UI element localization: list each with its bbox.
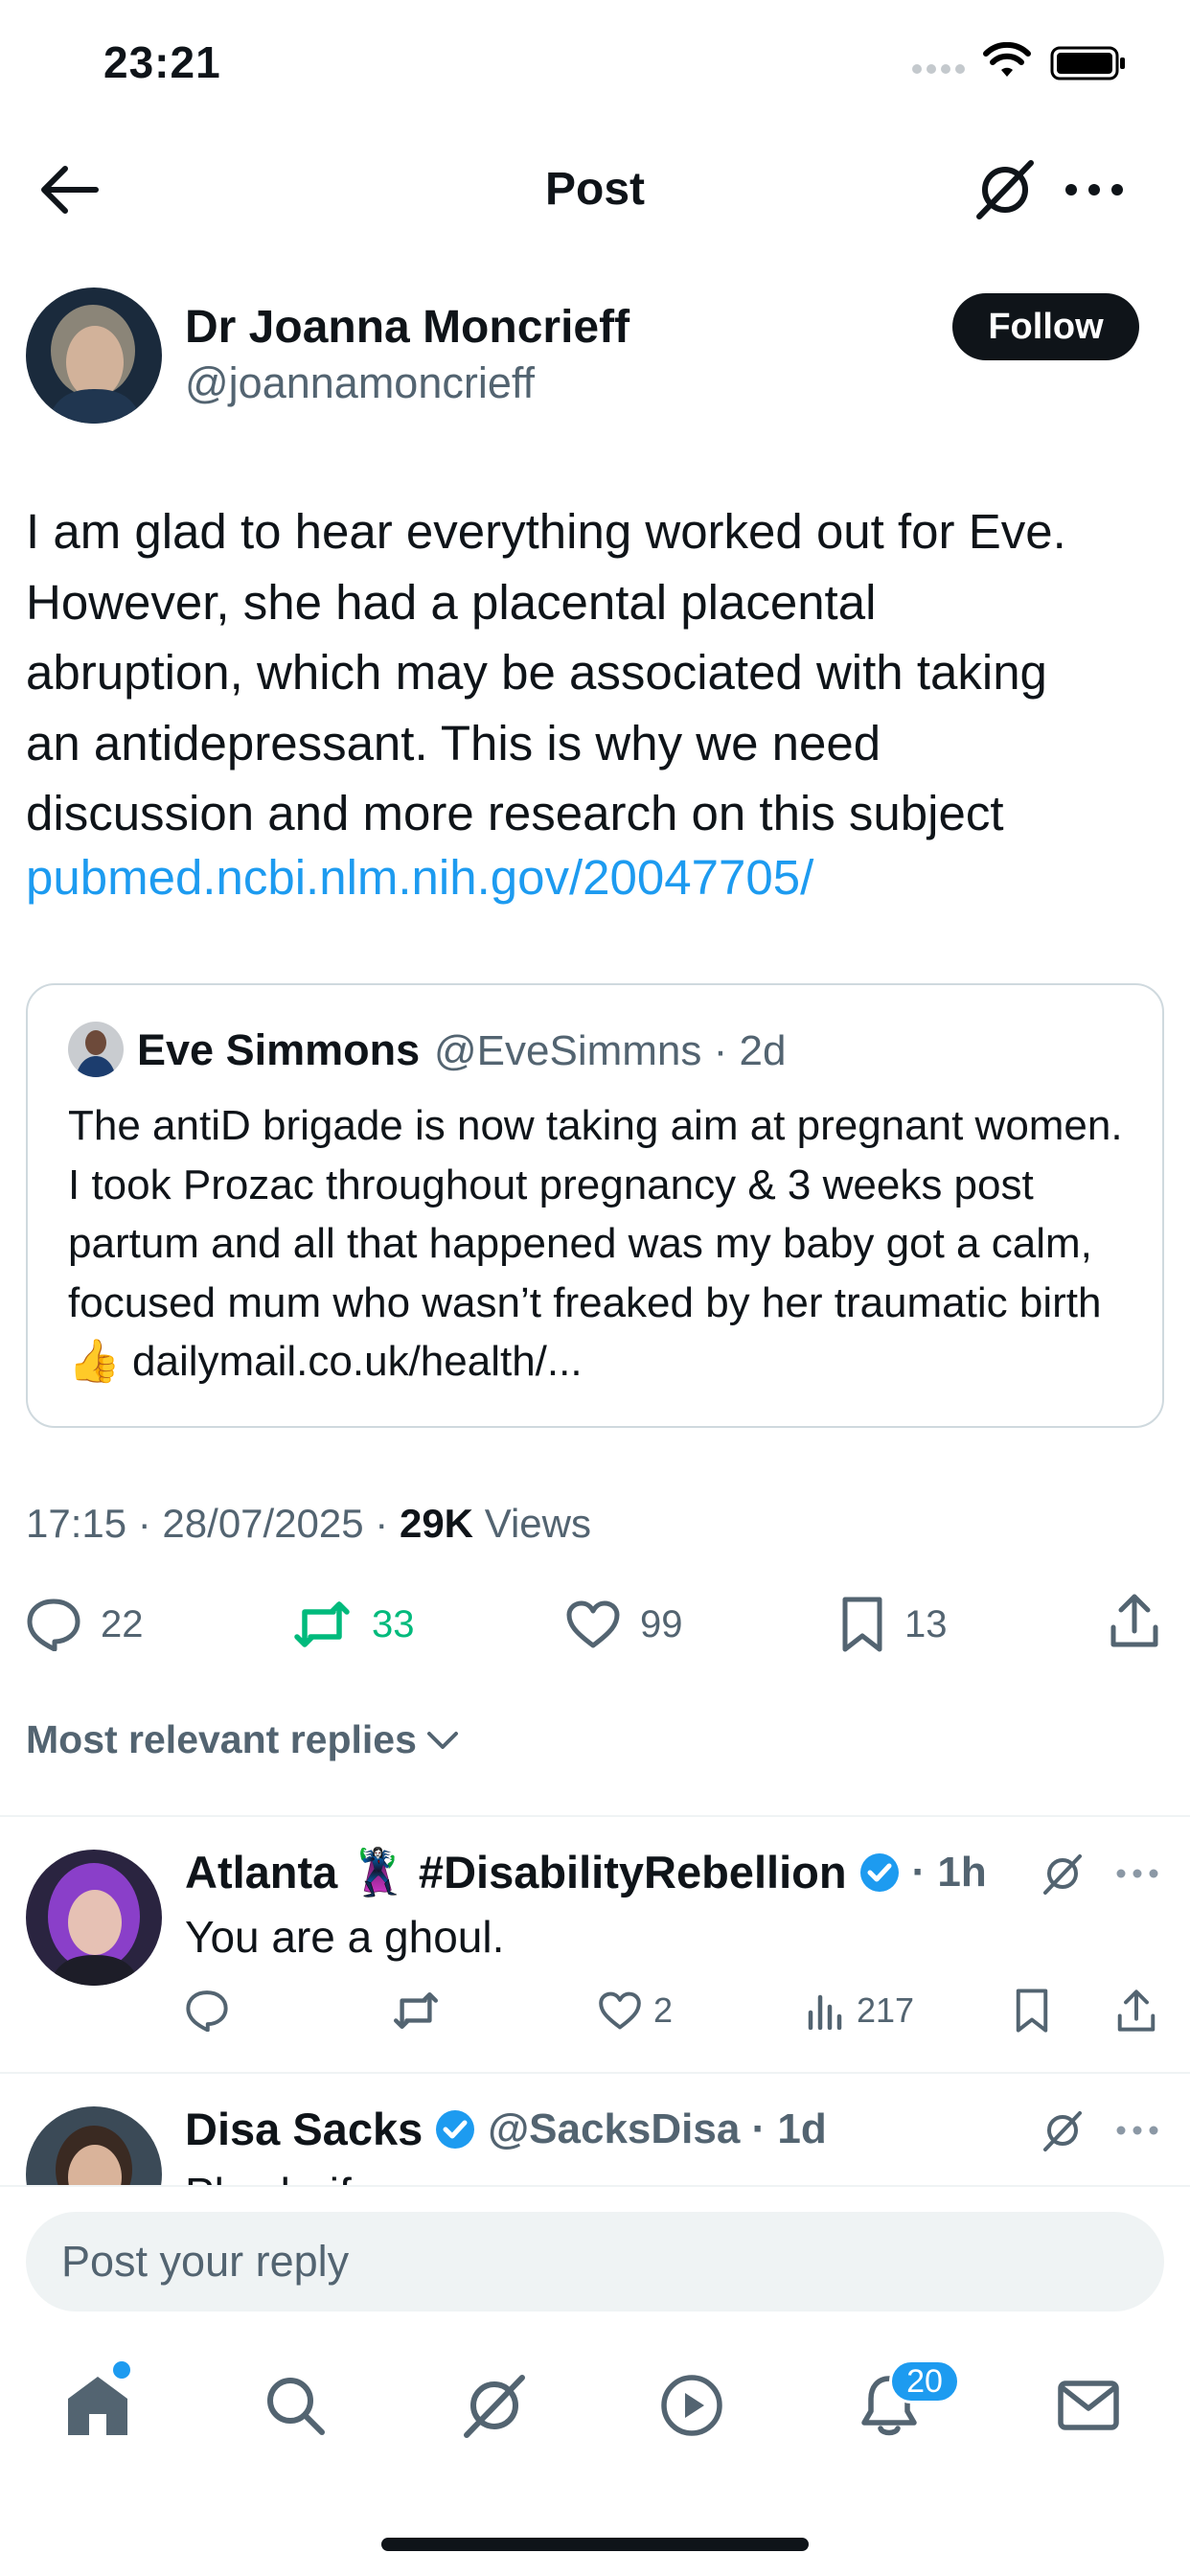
repost-count: 33 <box>372 1602 415 1645</box>
post-link[interactable]: pubmed.ncbi.nlm.nih.gov/20047705/ <box>26 849 813 906</box>
like-count: 99 <box>640 1602 683 1645</box>
grok-icon[interactable] <box>972 159 1039 220</box>
post-text: I am glad to hear everything worked out … <box>26 504 1066 840</box>
tab-messages[interactable] <box>1041 2358 1136 2453</box>
more-options-icon[interactable] <box>1115 2124 1159 2137</box>
like-button[interactable]: 99 <box>565 1591 683 1658</box>
grok-icon[interactable] <box>1041 2108 1085 2152</box>
replies-sort-label: Most relevant replies <box>26 1717 417 1761</box>
heart-icon <box>566 1600 620 1648</box>
battery-icon <box>1050 46 1127 80</box>
home-indicator <box>381 2538 809 2551</box>
bookmark-icon <box>1016 1989 1048 2033</box>
wifi-icon <box>983 42 1031 79</box>
repost-icon <box>394 1992 438 2029</box>
replies-sort-dropdown[interactable]: Most relevant replies <box>26 1717 459 1762</box>
repost-icon <box>294 1601 350 1647</box>
bookmark-count: 13 <box>904 1602 948 1645</box>
tab-home[interactable] <box>50 2358 146 2453</box>
reply-handle-time: @SacksDisa · 1d <box>488 2104 827 2152</box>
grok-icon[interactable] <box>1041 1852 1085 1896</box>
quote-text: The antiD brigade is now taking aim at p… <box>68 1102 1123 1385</box>
author-name[interactable]: Dr Joanna Moncrieff <box>185 301 629 354</box>
more-options-icon[interactable] <box>1062 172 1129 207</box>
home-icon <box>68 2377 127 2435</box>
quoted-post[interactable]: Eve Simmons @EveSimmns · 2d The antiD br… <box>26 983 1164 1428</box>
reply-like-button[interactable]: 2 <box>598 1984 673 2037</box>
search-icon <box>267 2378 325 2435</box>
author-avatar[interactable] <box>26 288 162 424</box>
bookmark-icon <box>842 1597 882 1652</box>
reply-share-button[interactable] <box>1115 1984 1157 2037</box>
reply-like-count: 2 <box>653 1990 674 2030</box>
quote-meta: @EveSimmns · 2d <box>434 1027 787 1074</box>
quote-author-name: Eve Simmons <box>137 1025 421 1074</box>
reply-reply-button[interactable] <box>185 1984 229 2037</box>
reply-author-name-text: Atlanta 🦹‍♀️ #DisabilityRebellion <box>185 1847 847 1898</box>
share-icon <box>1110 1594 1158 1647</box>
analytics-icon <box>808 1994 842 2030</box>
status-time: 23:21 <box>103 37 221 87</box>
reply-repost-button[interactable] <box>391 1984 441 2037</box>
reply-time: · 1h <box>911 1849 987 1896</box>
follow-button[interactable]: Follow <box>952 293 1139 360</box>
bookmark-button[interactable]: 13 <box>839 1591 948 1658</box>
reply-icon <box>27 1598 80 1651</box>
reply-author-name-text: Disa Sacks <box>185 2104 423 2154</box>
tab-search[interactable] <box>247 2358 343 2453</box>
share-icon <box>1117 1990 1156 2032</box>
divider <box>0 2185 1190 2187</box>
views-label: Views <box>473 1501 591 1546</box>
chevron-down-icon <box>426 1731 458 1749</box>
reply-views-button[interactable]: 217 <box>807 1984 914 2037</box>
reply-author-avatar[interactable] <box>26 1850 162 1986</box>
home-notification-dot <box>113 2361 130 2379</box>
grok-icon <box>464 2375 525 2438</box>
reply-author-name[interactable]: Disa Sacks @SacksDisa · 1d <box>185 2103 827 2155</box>
cellular-signal-icon <box>912 63 966 75</box>
reply-count: 22 <box>101 1602 144 1645</box>
reply-button[interactable]: 22 <box>26 1591 144 1658</box>
timestamp-text: 17:15 · 28/07/2025 · <box>26 1501 400 1546</box>
views-count: 29K <box>399 1501 474 1546</box>
heart-icon <box>599 1991 641 2030</box>
verified-badge-icon <box>859 1853 899 1892</box>
tab-video[interactable] <box>644 2358 740 2453</box>
verified-badge-icon <box>436 2109 475 2149</box>
tab-grok[interactable] <box>446 2358 542 2453</box>
reply-text: You are a ghoul. <box>185 1912 505 1962</box>
reply-item[interactable]: Disa Sacks @SacksDisa · 1d Pls clarify <box>0 2074 1190 2185</box>
quote-author-avatar <box>68 1022 124 1077</box>
reply-author-name[interactable]: Atlanta 🦹‍♀️ #DisabilityRebellion · 1h <box>185 1846 987 1899</box>
mail-icon <box>1058 2380 1119 2430</box>
reply-views-count: 217 <box>857 1990 915 2030</box>
more-options-icon[interactable] <box>1115 1867 1159 1880</box>
reply-input[interactable] <box>26 2212 1164 2312</box>
share-button[interactable] <box>1108 1593 1161 1648</box>
reply-text: Pls clarify <box>185 2168 374 2185</box>
play-icon <box>661 2375 722 2436</box>
reply-bookmark-button[interactable] <box>1014 1984 1050 2037</box>
reply-icon <box>186 1990 228 2032</box>
post-timestamp: 17:15 · 28/07/2025 · 29K Views <box>26 1501 591 1547</box>
reply-author-avatar[interactable] <box>26 2106 162 2185</box>
notifications-badge: 20 <box>889 2359 960 2404</box>
repost-button[interactable]: 33 <box>291 1591 415 1658</box>
author-handle[interactable]: @joannamoncrieff <box>185 358 535 408</box>
reply-item[interactable]: Atlanta 🦹‍♀️ #DisabilityRebellion · 1h Y… <box>0 1817 1190 2072</box>
